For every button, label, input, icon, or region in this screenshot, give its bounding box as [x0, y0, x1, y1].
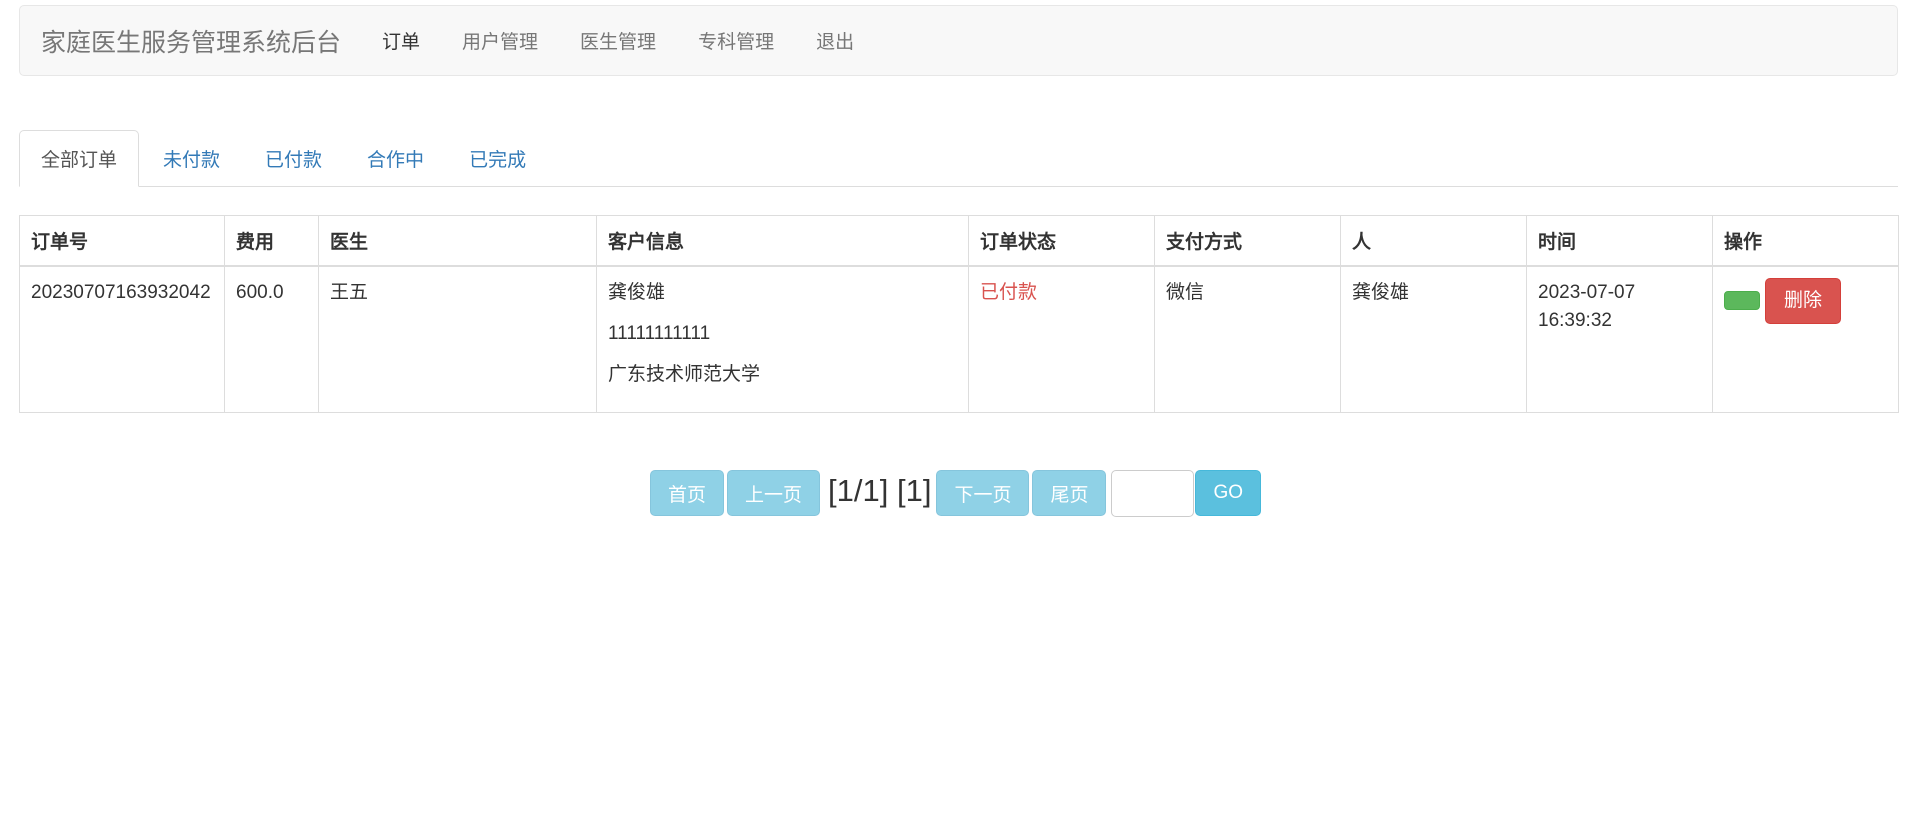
cell-order-status: 已付款 [968, 265, 1155, 413]
tab-in-cooperation[interactable]: 合作中 [346, 130, 445, 186]
first-page-button[interactable]: 首页 [650, 470, 725, 516]
header-payment-method: 支付方式 [1154, 215, 1341, 267]
cell-fee: 600.0 [224, 265, 319, 413]
pagination: 首页 上一页 [1/1] [1] 下一页 尾页 GO [650, 469, 1262, 517]
header-fee: 费用 [224, 215, 319, 267]
orders-table: 订单号 费用 医生 客户信息 订单状态 支付方式 人 时间 操作 2023070… [19, 215, 1899, 413]
row-actions: 删除 [1724, 277, 1887, 324]
nav-user-management[interactable]: 用户管理 [441, 27, 559, 54]
prev-page-button[interactable]: 上一页 [727, 470, 821, 516]
nav-orders[interactable]: 订单 [361, 27, 441, 54]
cell-payment-method: 微信 [1154, 265, 1341, 413]
header-doctor: 医生 [318, 215, 597, 267]
go-button[interactable]: GO [1195, 470, 1262, 516]
next-page-button[interactable]: 下一页 [936, 470, 1030, 516]
delete-button[interactable]: 删除 [1765, 277, 1842, 324]
header-actions: 操作 [1712, 215, 1899, 267]
cell-person: 龚俊雄 [1340, 265, 1527, 413]
cell-order-no: 20230707163932042 [19, 265, 225, 413]
nav-doctor-management[interactable]: 医生管理 [559, 27, 677, 54]
tab-unpaid[interactable]: 未付款 [142, 130, 241, 186]
customer-phone: 11111111111 [608, 322, 711, 344]
nav-specialty-management[interactable]: 专科管理 [677, 27, 795, 54]
cell-doctor: 王五 [318, 265, 597, 413]
header-customer-info: 客户信息 [596, 215, 969, 267]
cell-customer-info: 龚俊雄 11111111111 广东技术师范大学 [596, 265, 969, 413]
page-number-input[interactable] [1111, 469, 1195, 517]
tab-paid[interactable]: 已付款 [244, 130, 343, 186]
app-brand[interactable]: 家庭医生服务管理系统后台 [41, 23, 341, 59]
header-order-status: 订单状态 [968, 215, 1155, 267]
nav-logout[interactable]: 退出 [795, 27, 875, 54]
table-row: 20230707163932042 600.0 王五 龚俊雄 111111111… [19, 265, 1899, 413]
customer-address: 广东技术师范大学 [608, 363, 761, 385]
time-date: 2023-07-07 [1538, 281, 1636, 303]
tab-all-orders[interactable]: 全部订单 [19, 130, 140, 187]
top-navbar: 家庭医生服务管理系统后台 订单 用户管理 医生管理 专科管理 退出 [19, 5, 1898, 76]
table-header-row: 订单号 费用 医生 客户信息 订单状态 支付方式 人 时间 操作 [19, 215, 1899, 267]
time-clock: 16:39:32 [1538, 309, 1612, 331]
page-indicator: [1/1] [1] [828, 473, 932, 508]
edit-button[interactable] [1724, 291, 1760, 310]
header-time: 时间 [1526, 215, 1713, 267]
order-tabs: 全部订单 未付款 已付款 合作中 已完成 [19, 130, 1898, 187]
header-person: 人 [1340, 215, 1527, 267]
last-page-button[interactable]: 尾页 [1032, 470, 1107, 516]
cell-time: 2023-07-07 16:39:32 [1526, 265, 1713, 413]
tab-completed[interactable]: 已完成 [448, 130, 547, 186]
customer-name: 龚俊雄 [608, 281, 666, 303]
cell-actions: 删除 [1712, 265, 1899, 413]
header-order-no: 订单号 [19, 215, 225, 267]
